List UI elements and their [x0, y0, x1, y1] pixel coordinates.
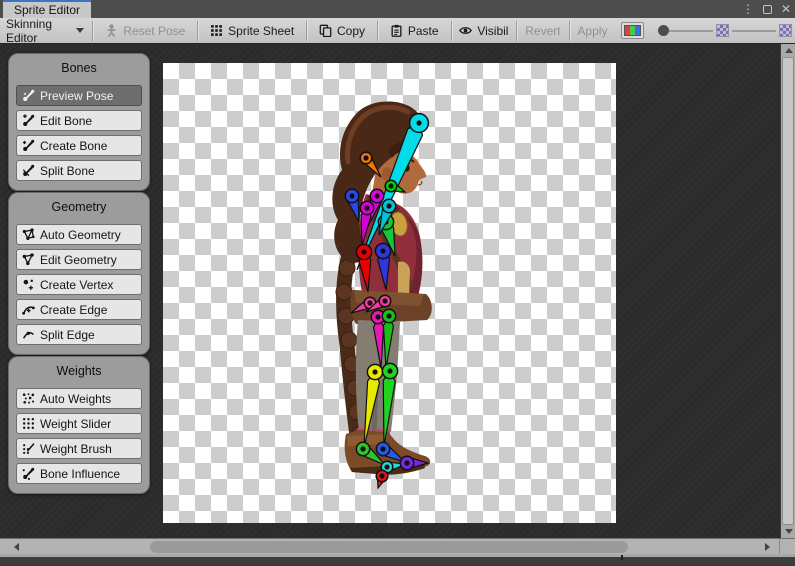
scrollbar-corner — [779, 539, 795, 555]
rgb-swatch-icon — [624, 25, 641, 36]
apply-button[interactable]: Apply — [569, 18, 615, 44]
tool-button-split-edge[interactable]: Split Edge — [16, 324, 142, 345]
tool-button-label: Auto Geometry — [40, 228, 121, 242]
edge-split-icon — [22, 328, 35, 341]
bottom-status-strip — [0, 554, 795, 566]
tab-title: Sprite Editor — [14, 3, 80, 17]
copy-label: Copy — [337, 24, 365, 38]
splitter-tick — [621, 555, 623, 560]
weight-slider-icon — [22, 417, 35, 430]
tool-button-label: Create Vertex — [40, 278, 113, 292]
revert-label: Revert — [525, 24, 560, 38]
vertical-scrollbar-thumb[interactable] — [782, 57, 794, 525]
title-bar: Sprite Editor ⋮ ✕ — [0, 0, 795, 18]
skinning-editor-label: Skinning Editor — [6, 17, 69, 45]
character-sprite — [332, 101, 431, 474]
paste-label: Paste — [408, 24, 439, 38]
sprite-sheet-button[interactable]: Sprite Sheet — [198, 18, 306, 44]
tool-button-edit-bone[interactable]: Edit Bone — [16, 110, 142, 131]
tool-button-label: Edit Bone — [40, 114, 92, 128]
tool-button-label: Weight Slider — [40, 417, 111, 431]
edge-create-icon — [22, 303, 35, 316]
tool-button-label: Split Edge — [40, 328, 95, 342]
skinning-editor-dropdown[interactable]: Skinning Editor — [0, 18, 92, 44]
reset-pose-icon — [105, 24, 118, 37]
bone-influence-icon — [22, 467, 35, 480]
kebab-menu-icon[interactable]: ⋮ — [742, 0, 754, 18]
tool-button-preview-pose[interactable]: Preview Pose — [16, 85, 142, 106]
bone-opacity-slider-track[interactable] — [669, 30, 713, 32]
panel-title: Weights — [16, 361, 142, 384]
tool-button-weight-brush[interactable]: Weight Brush — [16, 438, 142, 459]
geometry-auto-icon — [22, 228, 35, 241]
window-controls: ⋮ ✕ — [742, 0, 791, 18]
sprite-and-bones — [163, 63, 616, 523]
tool-button-weight-slider[interactable]: Weight Slider — [16, 413, 142, 434]
opacity-sliders — [658, 24, 795, 37]
apply-label: Apply — [577, 24, 607, 38]
paste-button[interactable]: Paste — [378, 18, 451, 44]
eye-icon — [459, 24, 472, 37]
tool-button-auto-weights[interactable]: Auto Weights — [16, 388, 142, 409]
chevron-down-icon — [76, 28, 84, 33]
tool-button-label: Create Bone — [40, 139, 107, 153]
bone-split-icon — [22, 164, 35, 177]
scroll-left-arrow[interactable] — [8, 539, 24, 555]
tool-button-auto-geometry[interactable]: Auto Geometry — [16, 224, 142, 245]
bone-edit-icon — [22, 114, 35, 127]
close-icon[interactable]: ✕ — [781, 0, 791, 18]
bone-create-icon — [22, 139, 35, 152]
vertical-scrollbar[interactable] — [780, 44, 795, 538]
tool-button-create-edge[interactable]: Create Edge — [16, 299, 142, 320]
horizontal-scrollbar[interactable] — [0, 538, 795, 554]
panel-bones: Bones Preview Pose Edit Bone Create Bone Spl… — [8, 53, 150, 191]
panel-geometry: Geometry Auto Geometry Edit Geometry Create… — [8, 192, 150, 355]
paste-icon — [390, 24, 403, 37]
reset-pose-label: Reset Pose — [123, 24, 185, 38]
scroll-up-arrow[interactable] — [781, 44, 795, 57]
tool-button-label: Bone Influence — [40, 467, 120, 481]
tool-button-label: Preview Pose — [40, 89, 113, 103]
maximize-icon[interactable] — [763, 5, 772, 14]
scroll-down-arrow[interactable] — [781, 525, 795, 538]
tool-button-label: Weight Brush — [40, 442, 112, 456]
panel-weights: Weights Auto Weights Weight Slider Weight B… — [8, 356, 150, 494]
bone-color-swatch-button[interactable] — [621, 22, 644, 39]
panel-title: Geometry — [16, 197, 142, 220]
tool-button-label: Split Bone — [40, 164, 95, 178]
weight-brush-icon — [22, 442, 35, 455]
copy-button[interactable]: Copy — [307, 18, 377, 44]
tool-button-create-bone[interactable]: Create Bone — [16, 135, 142, 156]
tool-button-bone-influence[interactable]: Bone Influence — [16, 463, 142, 484]
copy-icon — [319, 24, 332, 37]
tool-button-label: Edit Geometry — [40, 253, 117, 267]
horizontal-scrollbar-thumb[interactable] — [150, 541, 628, 553]
panel-title: Bones — [16, 58, 142, 81]
toolbar: Skinning Editor Reset Pose Sprite Sheet … — [0, 18, 795, 44]
bone-preview-icon — [22, 89, 35, 102]
geometry-edit-icon — [22, 253, 35, 266]
visibility-button[interactable]: Visibil — [451, 18, 516, 44]
sprite-sheet-icon — [210, 24, 223, 37]
sprite-opacity-slider-track[interactable] — [732, 30, 776, 32]
bone-opacity-slider-knob[interactable] — [658, 25, 669, 36]
tool-button-edit-geometry[interactable]: Edit Geometry — [16, 249, 142, 270]
scroll-right-arrow[interactable] — [759, 539, 775, 555]
tab-sprite-editor[interactable]: Sprite Editor — [3, 0, 91, 18]
revert-button[interactable]: Revert — [517, 18, 568, 44]
tool-button-label: Auto Weights — [40, 392, 111, 406]
checker-icon — [779, 24, 792, 37]
tool-button-create-vertex[interactable]: Create Vertex — [16, 274, 142, 295]
tool-button-split-bone[interactable]: Split Bone — [16, 160, 142, 181]
tool-button-label: Create Edge — [40, 303, 107, 317]
weights-auto-icon — [22, 392, 35, 405]
sprite-sheet-label: Sprite Sheet — [228, 24, 294, 38]
reset-pose-button[interactable]: Reset Pose — [93, 18, 197, 44]
vertex-create-icon — [22, 278, 35, 291]
sprite-transparency-canvas[interactable] — [163, 63, 616, 523]
visibility-label: Visibil — [477, 24, 508, 38]
skinning-canvas[interactable]: Bones Preview Pose Edit Bone Create Bone Spl… — [0, 44, 795, 538]
checker-icon — [716, 24, 729, 37]
bone-heel-red[interactable] — [376, 470, 388, 488]
